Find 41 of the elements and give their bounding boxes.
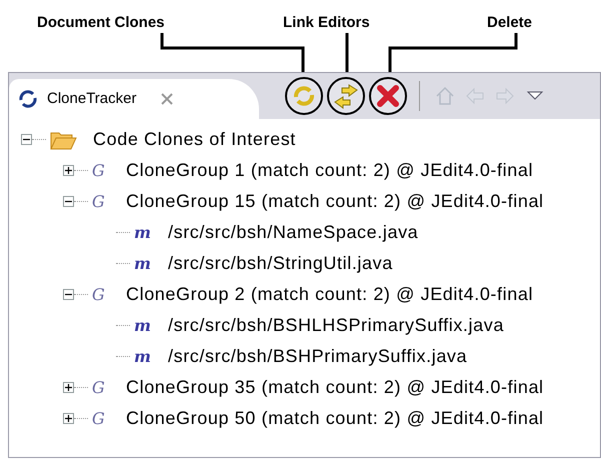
expand-icon[interactable] (63, 413, 74, 424)
tree-item-label[interactable]: CloneGroup 2 (match count: 2) @ JEdit4.0-final (126, 281, 534, 308)
delete-button[interactable] (369, 77, 407, 115)
folder-icon (50, 130, 77, 150)
delete-icon (375, 83, 401, 109)
tree-item-label[interactable]: CloneGroup 15 (match count: 2) @ JEdit4.0-final (126, 188, 544, 215)
link-editors-button[interactable] (327, 77, 365, 115)
collapse-icon[interactable] (63, 196, 74, 207)
method-icon: m (134, 348, 152, 364)
group-icon: G (92, 194, 110, 210)
callout-label: Document Clones (37, 13, 165, 33)
tree-item-label[interactable]: CloneGroup 50 (match count: 2) @ JEdit4.0-final (126, 405, 544, 432)
method-icon: m (134, 256, 152, 272)
collapse-icon[interactable] (63, 289, 74, 300)
tree-item-label[interactable]: Code Clones of Interest (93, 126, 296, 153)
callout-label: Delete (487, 13, 532, 33)
right-arrow-icon (494, 85, 516, 107)
sync-icon (17, 88, 39, 110)
tree-item-label[interactable]: /src/src/bsh/BSHLHSPrimarySuffix.java (168, 312, 504, 339)
document-clones-button[interactable] (285, 77, 323, 115)
close-icon[interactable] (160, 92, 174, 106)
tree-item-label[interactable]: /src/src/bsh/NameSpace.java (168, 219, 418, 246)
expand-icon[interactable] (63, 165, 74, 176)
swap-arrows-icon (333, 83, 359, 109)
callout-label: Link Editors (283, 13, 370, 33)
group-icon: G (92, 286, 110, 302)
view-tab[interactable]: CloneTracker (9, 79, 259, 119)
tree-item-label[interactable]: CloneGroup 35 (match count: 2) @ JEdit4.0-final (126, 374, 544, 401)
method-icon: m (134, 318, 152, 334)
group-icon: G (92, 380, 110, 396)
tree-item-label[interactable]: /src/src/bsh/StringUtil.java (168, 250, 393, 277)
method-icon: m (134, 224, 152, 240)
collapse-icon[interactable] (21, 134, 32, 145)
left-arrow-icon (464, 85, 486, 107)
expand-icon[interactable] (63, 382, 74, 393)
tree-item-label[interactable]: /src/src/bsh/BSHPrimarySuffix.java (168, 343, 468, 370)
tree-item-label[interactable]: CloneGroup 1 (match count: 2) @ JEdit4.0-final (126, 157, 534, 184)
group-icon: G (92, 410, 110, 426)
home-icon (434, 85, 456, 107)
group-icon: G (92, 162, 110, 178)
tab-title: CloneTracker (47, 88, 136, 109)
